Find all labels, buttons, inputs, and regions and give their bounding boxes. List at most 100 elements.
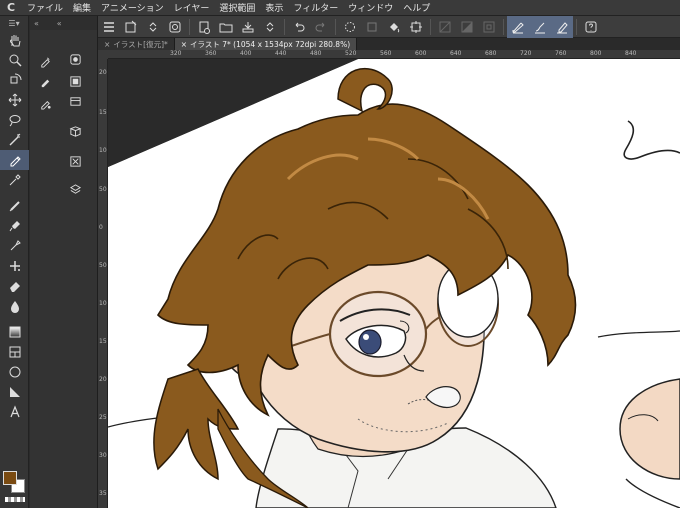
close-icon[interactable]: ×	[181, 40, 187, 49]
close-icon[interactable]: ×	[104, 40, 110, 49]
stabilize-marker-icon[interactable]	[551, 15, 573, 38]
ruler-label: 400	[240, 50, 252, 57]
airbrush-icon[interactable]	[0, 236, 29, 256]
layer-mask-icon[interactable]	[66, 72, 84, 90]
brush-icon[interactable]	[0, 216, 29, 236]
object-icon[interactable]	[66, 122, 84, 140]
main-color-swatch[interactable]	[3, 471, 17, 485]
cloud-icon[interactable]	[164, 16, 186, 38]
tool-palette: ☰▾	[0, 16, 29, 508]
zoom-icon[interactable]	[0, 50, 29, 70]
ruler-label: 0	[99, 224, 103, 231]
ruler-label: 250	[99, 414, 107, 421]
ruler-label: 480	[310, 50, 322, 57]
ruler-label: 440	[275, 50, 287, 57]
fill-icon[interactable]	[0, 296, 29, 316]
collapse-icon[interactable]: ☰▾	[0, 16, 28, 30]
turnip-pen-icon[interactable]	[36, 94, 54, 112]
menu-bar: C ファイル 編集 アニメーション レイヤー 選択範囲 表示 フィルター ウィン…	[0, 0, 680, 16]
pen-tool-icon[interactable]	[0, 150, 29, 170]
menu-selection[interactable]: 選択範囲	[214, 1, 260, 14]
transform-icon[interactable]	[405, 16, 427, 38]
stepper2-icon[interactable]	[259, 16, 281, 38]
eraser-icon[interactable]	[0, 276, 29, 296]
transparent-color-swatch[interactable]	[5, 497, 25, 502]
figure-icon[interactable]	[0, 362, 29, 382]
color-selector[interactable]	[3, 471, 27, 503]
help-icon[interactable]	[580, 16, 602, 38]
fill-bucket-icon[interactable]	[383, 16, 405, 38]
ruler-label: 640	[450, 50, 462, 57]
save-icon[interactable]	[237, 16, 259, 38]
redo-icon[interactable]	[310, 16, 332, 38]
undo-icon[interactable]	[288, 16, 310, 38]
magic-wand-icon[interactable]	[0, 130, 29, 150]
tab-illust-restored[interactable]: × イラスト[復元]*	[98, 38, 175, 50]
vertical-ruler: 200 150 100 50 0 50 100 150 200 250 300 …	[98, 59, 108, 508]
rotate-icon[interactable]	[0, 70, 29, 90]
loading-icon[interactable]	[339, 16, 361, 38]
ruler-label: 300	[99, 452, 107, 459]
mapping-pen-icon[interactable]	[36, 72, 54, 90]
g-pen-icon[interactable]	[36, 52, 54, 70]
material-icon[interactable]	[66, 92, 84, 110]
horizontal-ruler: 320 360 400 440 480 520 560 600 640 680 …	[108, 50, 680, 59]
tab-illust-7[interactable]: × イラスト 7* (1054 x 1534px 72dpi 280.8%)	[174, 38, 358, 50]
invert-selection-icon[interactable]	[456, 16, 478, 38]
stabilize-brush-icon[interactable]	[529, 15, 551, 38]
ruler-label: 50	[99, 186, 107, 193]
ruler-label: 720	[520, 50, 532, 57]
ruler-label: 760	[555, 50, 567, 57]
menu-icon[interactable]	[98, 16, 120, 38]
layer-icon[interactable]	[66, 50, 84, 68]
ruler-label: 560	[380, 50, 392, 57]
ruler-label: 360	[205, 50, 217, 57]
menu-view[interactable]: 表示	[260, 1, 288, 14]
ruler-label: 200	[99, 69, 107, 76]
ruler-label: 350	[99, 490, 107, 497]
clear-icon[interactable]	[361, 16, 383, 38]
open-folder-icon[interactable]	[215, 16, 237, 38]
menu-file[interactable]: ファイル	[22, 1, 68, 14]
ruler-label: 150	[99, 109, 107, 116]
new-canvas-icon[interactable]	[193, 16, 215, 38]
ruler-label: 200	[99, 376, 107, 383]
move-icon[interactable]	[0, 90, 29, 110]
sub-tool-palette: « «	[30, 16, 98, 508]
ruler-label: 600	[415, 50, 427, 57]
menu-edit[interactable]: 編集	[68, 1, 96, 14]
app-logo[interactable]: C	[0, 0, 22, 16]
drawing-canvas[interactable]	[108, 59, 680, 508]
document-tabs: × イラスト[復元]* × イラスト 7* (1054 x 1534px 72dpi…	[98, 38, 680, 50]
decoration-icon[interactable]	[0, 256, 29, 276]
frame-icon[interactable]	[0, 342, 29, 362]
lasso-icon[interactable]	[0, 110, 29, 130]
command-bar	[98, 15, 680, 38]
ruler-corner	[98, 50, 108, 59]
deselect-icon[interactable]	[434, 16, 456, 38]
eyedropper-icon[interactable]	[0, 170, 29, 190]
palette-collapse-icon[interactable]: « «	[30, 16, 97, 30]
new-file-icon[interactable]	[120, 16, 142, 38]
text-icon[interactable]	[0, 402, 29, 422]
stack-icon[interactable]	[66, 180, 84, 198]
stepper-icon[interactable]	[142, 16, 164, 38]
ruler-label: 150	[99, 338, 107, 345]
artwork	[108, 59, 680, 508]
menu-window[interactable]: ウィンドウ	[343, 1, 398, 14]
menu-animation[interactable]: アニメーション	[96, 1, 169, 14]
menu-layer[interactable]: レイヤー	[169, 1, 215, 14]
stabilize-pen-icon[interactable]	[507, 15, 529, 38]
ruler-label: 100	[99, 147, 107, 154]
menu-filter[interactable]: フィルター	[288, 1, 343, 14]
gradient-icon[interactable]	[0, 322, 29, 342]
ruler-icon[interactable]	[0, 382, 29, 402]
pencil-icon[interactable]	[0, 196, 29, 216]
hand-icon[interactable]	[0, 30, 29, 50]
close-box-icon[interactable]	[66, 152, 84, 170]
ruler-label: 800	[590, 50, 602, 57]
menu-help[interactable]: ヘルプ	[398, 1, 435, 14]
ruler-label: 840	[625, 50, 637, 57]
select-all-icon[interactable]	[478, 16, 500, 38]
ruler-label: 320	[170, 50, 182, 57]
